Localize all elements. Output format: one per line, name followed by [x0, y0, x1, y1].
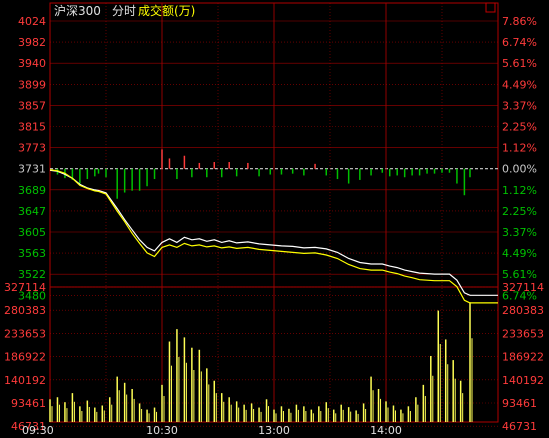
volume-tick-label: 186922	[4, 351, 46, 364]
percent-tick-label: 1.12%	[502, 184, 537, 197]
time-tick-label: 13:00	[258, 424, 290, 437]
percent-tick-label: 5.61%	[502, 57, 537, 70]
mode-label[interactable]: 分时	[112, 4, 136, 18]
index-minute-chart: 4024 7.86% 3982 6.74% 3940 5.61% 3899 4.49% 3857…	[0, 0, 549, 438]
chart-background	[0, 0, 549, 438]
volume-tick-label-right: 93461	[502, 397, 537, 410]
percent-tick-label: 3.37%	[502, 99, 537, 112]
price-tick-label: 3522	[18, 268, 46, 281]
percent-tick-label: 0.00%	[502, 163, 537, 176]
volume-tick-label-right: 140192	[502, 374, 544, 387]
price-tick-label: 3857	[18, 99, 46, 112]
price-tick-label: 3605	[18, 226, 46, 239]
percent-tick-label: 4.49%	[502, 247, 537, 260]
volume-tick-label: 93461	[11, 397, 46, 410]
time-tick-label: 09:30	[22, 424, 54, 437]
percent-tick-label: 5.61%	[502, 268, 537, 281]
price-tick-label: 3731	[18, 163, 46, 176]
price-tick-label: 3940	[18, 57, 46, 70]
volume-unit-label: 成交额(万)	[138, 3, 195, 18]
volume-tick-label-right: 186922	[502, 351, 544, 364]
price-tick-label: 3563	[18, 247, 46, 260]
volume-tick-label: 327114	[4, 281, 46, 294]
volume-tick-label-right: 46731	[502, 420, 537, 433]
volume-tick-label-right: 327114	[502, 281, 544, 294]
price-tick-label: 3982	[18, 36, 46, 49]
price-tick-label: 4024	[18, 15, 46, 28]
volume-tick-label-right: 233653	[502, 327, 544, 340]
percent-tick-label: 2.25%	[502, 205, 537, 218]
percent-tick-label: 7.86%	[502, 15, 537, 28]
price-tick-label: 3689	[18, 184, 46, 197]
index-name-label: 沪深300	[54, 4, 101, 18]
volume-tick-label: 233653	[4, 327, 46, 340]
percent-tick-label: 2.25%	[502, 121, 537, 134]
percent-tick-label: 3.37%	[502, 226, 537, 239]
time-tick-label: 14:00	[370, 424, 402, 437]
percent-tick-label: 4.49%	[502, 78, 537, 91]
time-tick-label: 10:30	[146, 424, 178, 437]
volume-tick-label: 140192	[4, 374, 46, 387]
volume-tick-label-right: 280383	[502, 304, 544, 317]
percent-tick-label: 1.12%	[502, 142, 537, 155]
price-tick-label: 3647	[18, 205, 46, 218]
price-tick-label: 3899	[18, 78, 46, 91]
volume-tick-label: 280383	[4, 304, 46, 317]
percent-tick-label: 6.74%	[502, 36, 537, 49]
price-tick-label: 3773	[18, 142, 46, 155]
price-tick-label: 3815	[18, 121, 46, 134]
